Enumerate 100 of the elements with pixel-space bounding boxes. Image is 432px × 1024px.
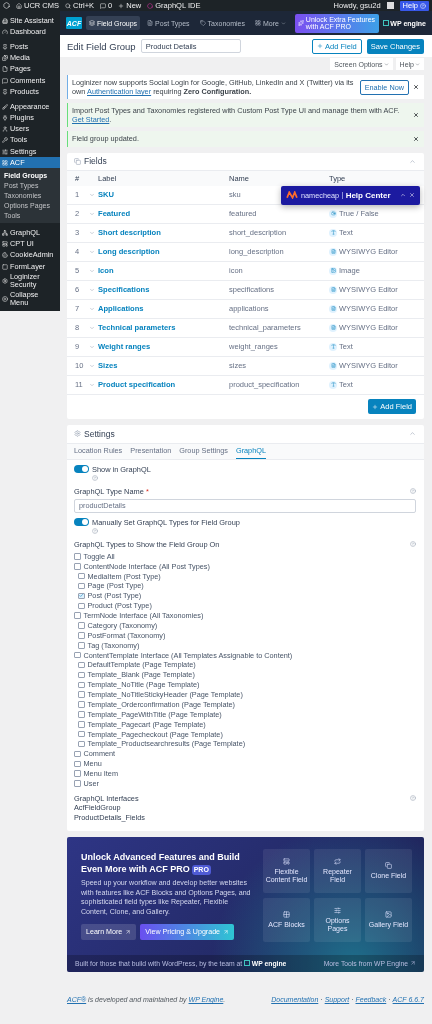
chevron-down-icon[interactable] [89,324,95,331]
plug-icon [2,115,8,122]
checkbox[interactable] [78,622,85,629]
wrench-icon [2,137,8,144]
close-icon[interactable] [413,136,419,142]
checkbox[interactable] [78,592,85,600]
brush-icon [2,103,8,110]
home-icon[interactable] [16,2,22,9]
building-icon [2,17,8,24]
copy-icon [74,157,81,165]
checkbox[interactable] [78,642,85,649]
chevron-down-icon[interactable] [89,210,95,217]
image-icon [385,911,392,918]
document-icon [147,20,154,26]
checkbox[interactable] [78,701,85,708]
chevron-down-icon[interactable] [89,305,95,312]
search-icon[interactable] [65,2,71,9]
play-circle-icon [2,296,8,303]
text-type-icon [329,342,337,351]
logo-icon [286,191,298,200]
checkbox[interactable] [74,563,81,570]
loop-icon [334,858,341,865]
checkbox[interactable] [78,582,85,590]
arrow-icon [125,929,132,936]
chevron-down-icon[interactable] [89,343,95,350]
help-icon [420,2,426,9]
blocks-icon [283,911,290,918]
chevron-down-icon[interactable] [89,381,95,388]
close-icon[interactable] [413,84,419,91]
help-icon[interactable] [410,488,416,495]
avatar-icon[interactable] [386,2,394,9]
document-icon [329,323,337,332]
checkbox[interactable] [78,711,85,718]
toggle-switch[interactable] [74,517,89,526]
help-icon[interactable] [410,541,416,548]
checkbox[interactable] [74,770,81,777]
arrow-icon [410,960,416,967]
document-icon [329,361,337,370]
document-icon [329,247,337,256]
chevron-down-icon[interactable] [89,248,95,255]
checkbox[interactable] [74,612,81,619]
chevron-up-icon[interactable] [409,157,416,165]
sparkle-icon [297,20,304,26]
chevron-down-icon[interactable] [89,191,95,198]
close-icon[interactable] [409,192,415,199]
chevron-down-icon[interactable] [89,229,95,236]
chevron-down-icon[interactable] [89,267,95,274]
popup-title: Help Center [345,190,392,200]
chevron-down-icon[interactable] [89,286,95,293]
user-icon [2,126,8,133]
checkbox[interactable] [78,691,85,698]
checkbox[interactable] [78,731,85,738]
gauge-icon [2,28,8,35]
gear-icon [74,430,81,438]
chevron-down-icon[interactable] [89,362,95,369]
tag-icon [199,20,206,26]
checkbox[interactable] [78,602,85,610]
chevron-up-icon[interactable] [409,430,416,438]
caret-icon [415,61,420,67]
document-icon [329,304,337,313]
chevron-down-icon [280,20,286,26]
panel-title: Settings [84,428,115,439]
help-icon[interactable] [92,527,98,534]
plus-icon [372,403,379,410]
checkbox[interactable] [78,681,85,689]
caret-icon [383,61,389,67]
checkbox[interactable] [74,553,81,560]
checkbox[interactable] [78,573,85,580]
checkbox[interactable] [74,750,81,758]
graphql-icon[interactable] [147,2,154,9]
images-icon [2,55,8,62]
document-icon [329,285,337,294]
checkbox[interactable] [78,721,85,728]
copy-icon [385,862,392,869]
checkbox[interactable] [74,760,81,768]
help-icon[interactable] [410,795,416,802]
grid-icon [2,159,8,166]
close-icon[interactable] [413,112,419,119]
arrow-icon [223,929,230,936]
toggle-switch[interactable] [74,464,89,473]
checkbox[interactable] [78,671,85,679]
sliders-icon [2,148,8,155]
comment-icon [2,77,8,84]
help-icon[interactable] [92,474,98,481]
image-icon [329,266,337,275]
checkbox[interactable] [78,632,85,639]
layout-icon [283,858,290,865]
chevron-up-icon[interactable] [400,192,406,199]
page-title: Edit Field Group [67,40,136,52]
plus-icon[interactable] [118,2,125,9]
panel-title: Fields [84,156,107,167]
checkbox[interactable] [74,652,81,659]
cookie-icon [2,252,8,259]
gear-icon [2,278,8,285]
text-type-icon [329,228,337,237]
checkbox[interactable] [78,661,85,669]
checkbox[interactable] [74,780,81,787]
comment-icon[interactable] [100,2,107,9]
checkbox[interactable] [78,740,85,748]
layers-icon [89,20,95,26]
